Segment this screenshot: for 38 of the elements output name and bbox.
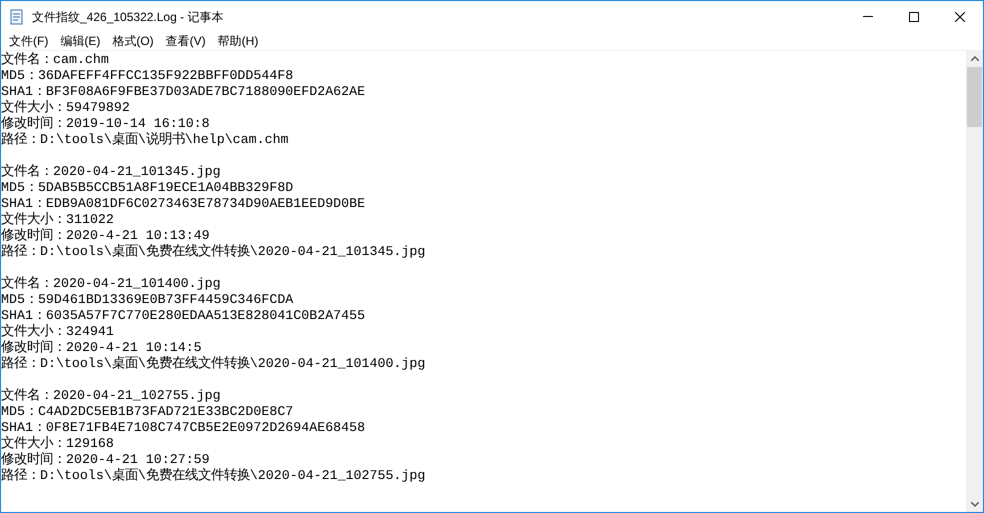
log-line: 路径：D:\tools\桌面\免费在线文件转换\2020-04-21_101400.jpg [1, 356, 426, 372]
log-line: MD5：36DAFEFF4FFCC135F922BBFF0DD544F8 [1, 68, 294, 84]
log-line: 路径：D:\tools\桌面\免费在线文件转换\2020-04-21_102755.jpg [1, 468, 426, 484]
log-line: MD5：59D461BD13369E0B73FF4459C346FCDA [1, 292, 294, 308]
log-line: 文件大小：311022 [1, 212, 114, 228]
log-line: MD5：C4AD2DC5EB1B73FAD721E33BC2D0E8C7 [1, 404, 294, 420]
menu-item[interactable]: 编辑(E) [54, 32, 106, 50]
log-line: 修改时间：2020-4-21 10:27:59 [1, 452, 210, 468]
log-line: MD5：5DAB5B5CCB51A8F19ECE1A04BB329F8D [1, 180, 294, 196]
notepad-icon [9, 8, 25, 24]
minimize-icon [863, 16, 873, 17]
log-line: 文件大小：129168 [1, 436, 114, 452]
close-icon [955, 12, 965, 22]
menu-item[interactable]: 查看(V) [160, 32, 212, 50]
log-line: 文件名：2020-04-21_102755.jpg [1, 388, 221, 404]
log-line: SHA1：6035A57F7C770E280EDAA513E828041C0B2A7455 [1, 308, 366, 324]
log-line: 文件名：cam.chm [1, 52, 109, 68]
menu-item[interactable]: 格式(O) [106, 32, 160, 50]
maximize-icon [909, 12, 919, 22]
log-line: 路径：D:\tools\桌面\说明书\help\cam.chm [1, 132, 289, 148]
menu-item[interactable]: 帮助(H) [212, 32, 264, 50]
log-line: 文件名：2020-04-21_101400.jpg [1, 276, 221, 292]
scroll-thumb[interactable] [967, 67, 982, 127]
menu-item[interactable]: 文件(F) [3, 32, 54, 50]
log-line: SHA1：0F8E71FB4E7108C747CB5E2E0972D2694AE68458 [1, 420, 366, 436]
log-line: 修改时间：2020-4-21 10:13:49 [1, 228, 210, 244]
log-line: 文件名：2020-04-21_101345.jpg [1, 164, 221, 180]
log-line: 修改时间：2020-4-21 10:14:5 [1, 340, 202, 356]
log-line: 路径：D:\tools\桌面\免费在线文件转换\2020-04-21_101345.jpg [1, 244, 426, 260]
scroll-up-icon [970, 56, 978, 61]
window-title: 文件指纹_426_105322.Log - 记事本 [32, 8, 224, 26]
scroll-down-icon [970, 502, 978, 507]
log-line: SHA1：BF3F08A6F9FBE37D03ADE7BC7188090EFD2A62AE [1, 84, 366, 100]
log-line: 修改时间：2019-10-14 16:10:8 [1, 116, 210, 132]
log-line: SHA1：EDB9A081DF6C0273463E78734D90AEB1EED9D0BE [1, 196, 366, 212]
log-line: 文件大小：59479892 [1, 100, 130, 116]
scrollbar[interactable] [966, 51, 983, 512]
log-line: 文件大小：324941 [1, 324, 114, 340]
